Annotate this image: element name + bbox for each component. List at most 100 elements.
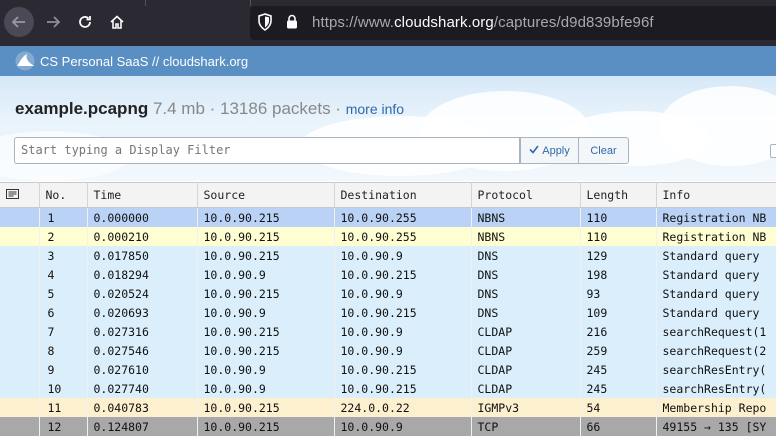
row-marker: [0, 284, 40, 303]
packet-row[interactable]: 4 0.018294 10.0.90.9 10.0.90.215 DNS 198 Stand…: [0, 265, 776, 284]
packet-list-table: No. Time Source Destination Protocol Len…: [0, 182, 776, 436]
cell-destination: 10.0.90.9: [334, 284, 472, 303]
row-marker: [0, 417, 40, 436]
more-info-link[interactable]: more info: [346, 101, 404, 117]
cell-no: 9: [39, 360, 88, 379]
reload-icon[interactable]: [70, 7, 100, 37]
cell-length: 110: [580, 207, 657, 227]
column-header-time[interactable]: Time: [87, 182, 198, 208]
cell-destination: 10.0.90.215: [334, 360, 472, 379]
cell-protocol: IGMPv3: [471, 398, 581, 417]
cell-info: Registration NB: [656, 227, 776, 246]
row-marker: [0, 246, 40, 265]
cell-no: 12: [39, 417, 88, 436]
row-marker: [0, 322, 40, 341]
packet-row[interactable]: 8 0.027546 10.0.90.215 10.0.90.9 CLDAP 259 sea…: [0, 341, 776, 360]
row-marker: [0, 303, 40, 322]
cell-destination: 10.0.90.9: [334, 341, 472, 360]
display-filter-input[interactable]: [21, 143, 501, 157]
forward-arrow-icon[interactable]: [38, 7, 68, 37]
cell-protocol: TCP: [471, 417, 581, 436]
cell-source: 10.0.90.215: [197, 398, 335, 417]
cell-length: 198: [580, 265, 657, 284]
column-header-protocol[interactable]: Protocol: [471, 182, 581, 208]
cell-info: Standard query: [656, 246, 776, 265]
column-header-length[interactable]: Length: [580, 182, 657, 208]
filter-option-checkbox[interactable]: [770, 144, 776, 158]
cell-no: 6: [39, 303, 88, 322]
clear-button[interactable]: Clear: [578, 137, 629, 164]
column-header-no[interactable]: No.: [39, 182, 88, 208]
cell-source: 10.0.90.215: [197, 417, 335, 436]
cell-destination: 10.0.90.9: [334, 322, 472, 341]
cell-time: 0.020524: [87, 284, 198, 303]
cell-destination: 10.0.90.255: [334, 227, 472, 246]
cell-source: 10.0.90.9: [197, 360, 335, 379]
cell-info: searchRequest(2: [656, 341, 776, 360]
row-marker: [0, 207, 40, 227]
row-marker: [0, 360, 40, 379]
cell-info: Registration NB: [656, 207, 776, 227]
url-path: /captures/d9d839bfe96f: [493, 14, 654, 31]
cell-destination: 224.0.0.22: [334, 398, 472, 417]
cell-protocol: NBNS: [471, 227, 581, 246]
packet-row[interactable]: 5 0.020524 10.0.90.215 10.0.90.9 DNS 93 Standa…: [0, 284, 776, 303]
tab-separator: [250, 0, 251, 6]
column-header-source[interactable]: Source: [197, 182, 335, 208]
checkmark-icon: [529, 145, 539, 157]
apply-button[interactable]: Apply: [520, 137, 579, 164]
packet-list-icon[interactable]: [0, 182, 40, 208]
packet-row[interactable]: 3 0.017850 10.0.90.215 10.0.90.9 DNS 129 Stand…: [0, 246, 776, 265]
cell-info: Standard query: [656, 303, 776, 322]
packet-row[interactable]: 6 0.020693 10.0.90.9 10.0.90.215 DNS 109 Stand…: [0, 303, 776, 322]
packet-row[interactable]: 7 0.027316 10.0.90.215 10.0.90.9 CLDAP 216 sea…: [0, 322, 776, 341]
row-marker: [0, 398, 40, 417]
cell-destination: 10.0.90.9: [334, 417, 472, 436]
shark-logo-icon[interactable]: [14, 51, 36, 76]
cell-time: 0.018294: [87, 265, 198, 284]
lock-icon[interactable]: [286, 14, 298, 34]
packet-row[interactable]: 9 0.027610 10.0.90.9 10.0.90.215 CLDAP 245 sea…: [0, 360, 776, 379]
display-filter-field[interactable]: [14, 137, 520, 164]
cell-destination: 10.0.90.215: [334, 379, 472, 398]
cell-time: 0.000000: [87, 207, 198, 227]
row-marker: [0, 227, 40, 246]
packet-row[interactable]: 2 0.000210 10.0.90.215 10.0.90.255 NBNS 110 Re…: [0, 227, 776, 246]
cell-protocol: DNS: [471, 265, 581, 284]
cell-source: 10.0.90.215: [197, 246, 335, 265]
packet-row[interactable]: 11 0.040783 10.0.90.215 224.0.0.22 IGMPv3 54 M…: [0, 398, 776, 417]
home-icon[interactable]: [102, 7, 132, 37]
cell-destination: 10.0.90.255: [334, 207, 472, 227]
packet-row[interactable]: 10 0.027740 10.0.90.9 10.0.90.215 CLDAP 245 se…: [0, 379, 776, 398]
cell-info: Membership Repo: [656, 398, 776, 417]
cell-time: 0.027316: [87, 322, 198, 341]
cell-protocol: NBNS: [471, 207, 581, 227]
column-header-info[interactable]: Info: [656, 182, 776, 208]
cell-time: 0.020693: [87, 303, 198, 322]
packet-row[interactable]: 1 0.000000 10.0.90.215 10.0.90.255 NBNS 110 Re…: [0, 207, 776, 227]
app-title[interactable]: CS Personal SaaS // cloudshark.org: [40, 54, 248, 69]
cell-protocol: DNS: [471, 303, 581, 322]
shield-icon[interactable]: [258, 13, 272, 36]
cell-length: 259: [580, 341, 657, 360]
cell-protocol: CLDAP: [471, 379, 581, 398]
back-arrow-icon[interactable]: [4, 7, 34, 37]
cell-info: Standard query: [656, 265, 776, 284]
cell-length: 66: [580, 417, 657, 436]
cell-time: 0.027546: [87, 341, 198, 360]
cell-destination: 10.0.90.215: [334, 265, 472, 284]
cell-length: 129: [580, 246, 657, 265]
row-marker: [0, 341, 40, 360]
cell-protocol: CLDAP: [471, 360, 581, 379]
cell-no: 8: [39, 341, 88, 360]
packet-row[interactable]: 12 0.124807 10.0.90.215 10.0.90.9 TCP 66 49155…: [0, 417, 776, 436]
cell-length: 245: [580, 360, 657, 379]
cell-time: 0.124807: [87, 417, 198, 436]
cell-no: 4: [39, 265, 88, 284]
url-text[interactable]: https://www.cloudshark.org/captures/d9d8…: [312, 14, 654, 31]
cell-protocol: DNS: [471, 284, 581, 303]
column-header-destination[interactable]: Destination: [334, 182, 472, 208]
cell-length: 93: [580, 284, 657, 303]
file-name: example.pcapng: [15, 99, 149, 118]
cell-source: 10.0.90.215: [197, 341, 335, 360]
